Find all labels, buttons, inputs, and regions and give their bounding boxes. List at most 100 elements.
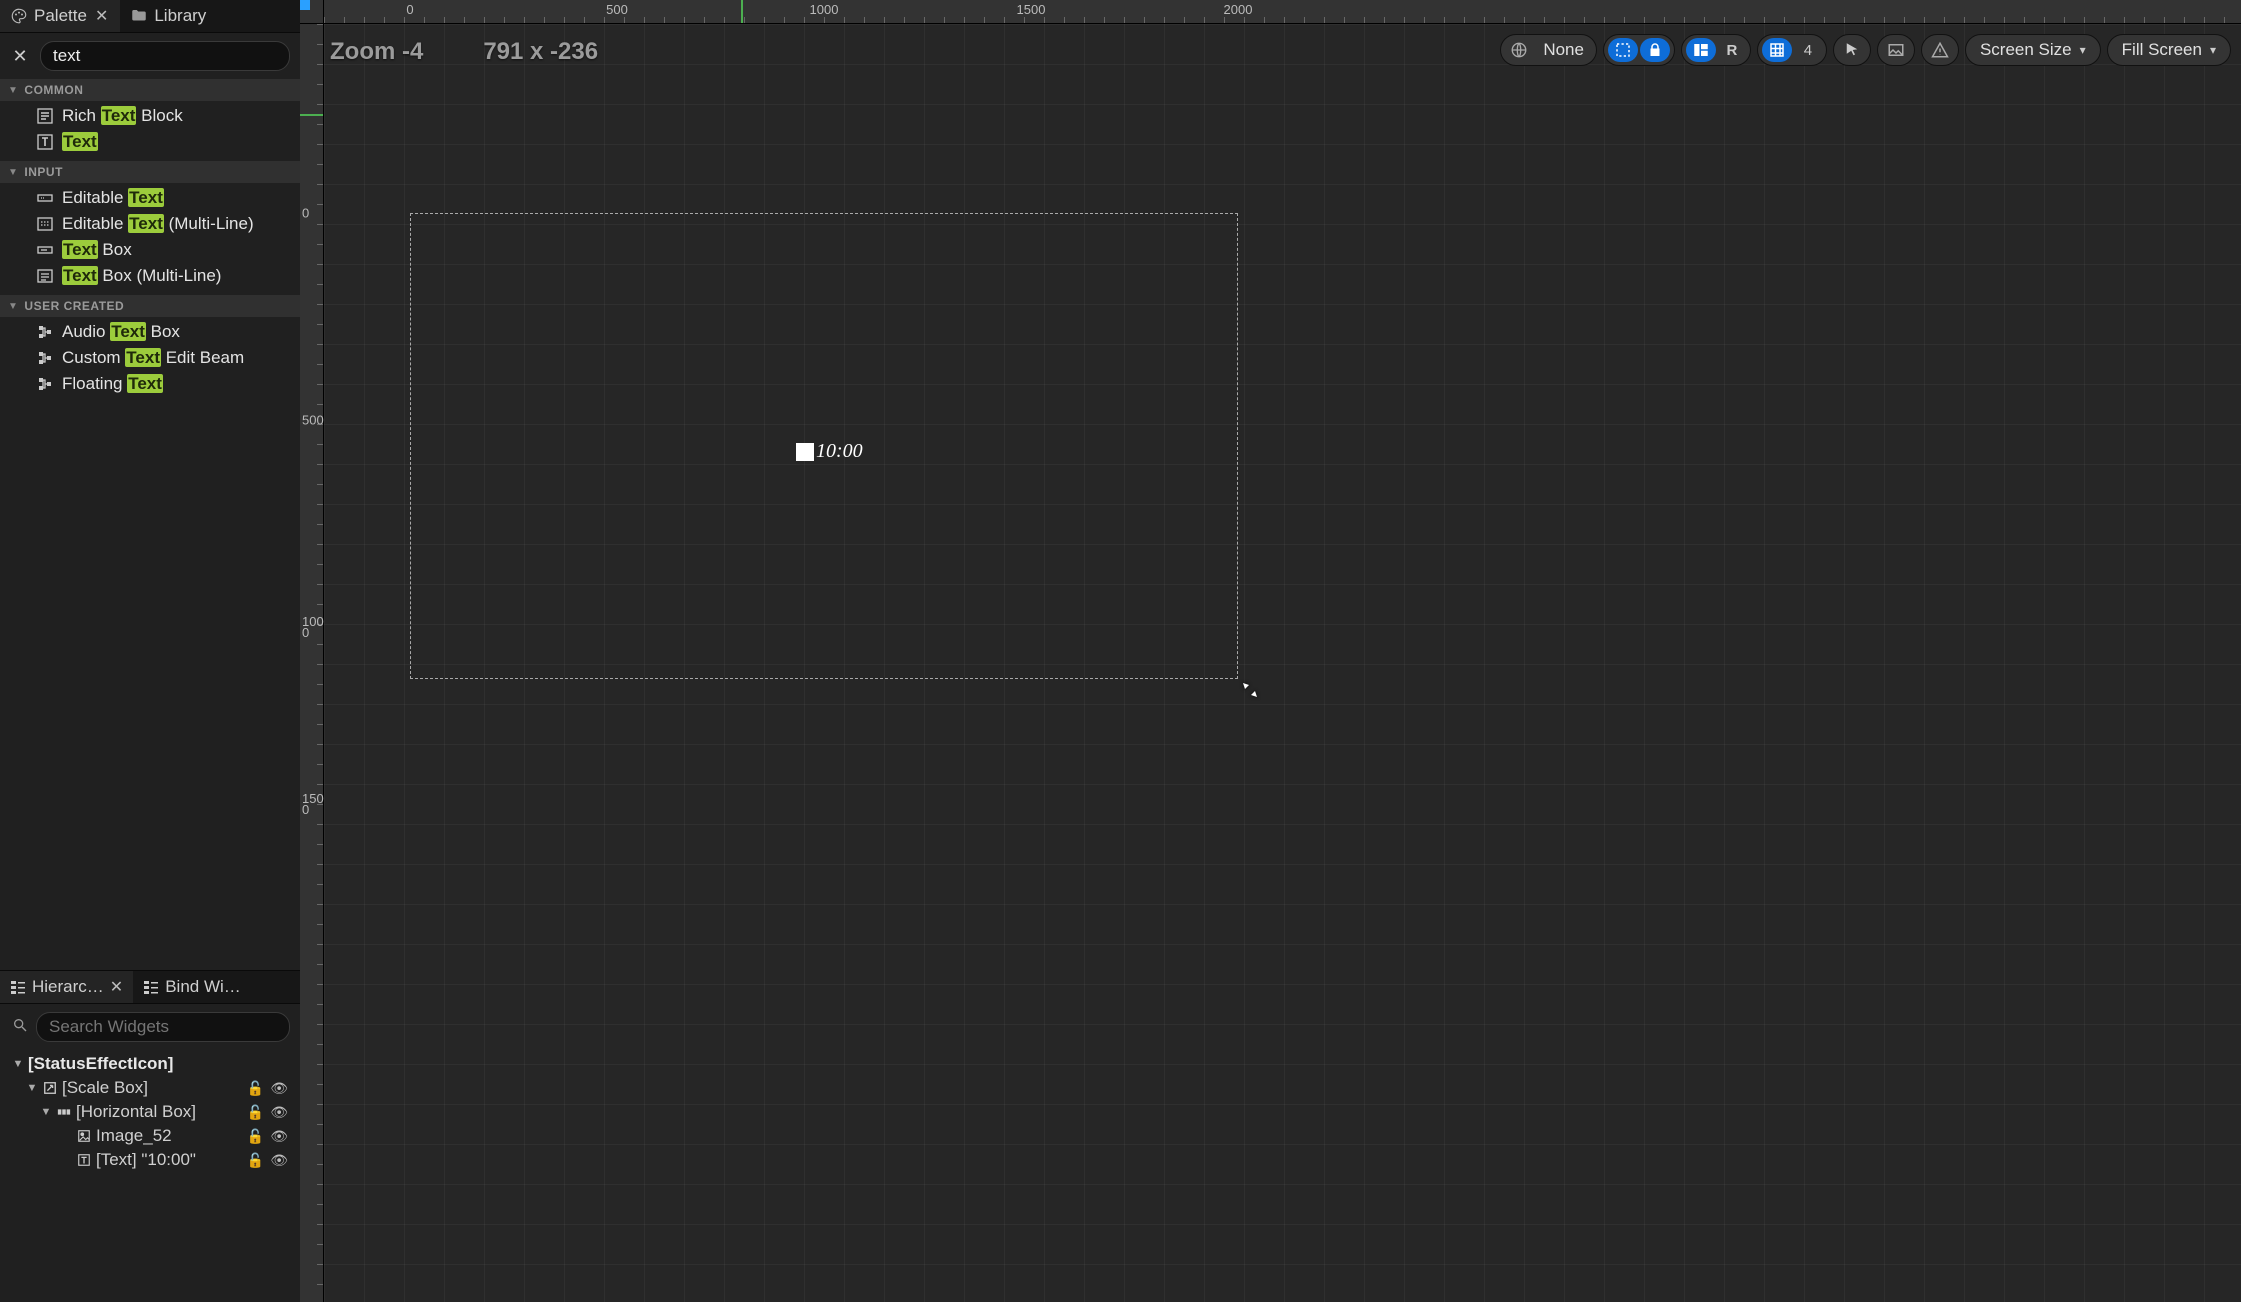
layout-mode-group: R bbox=[1681, 34, 1751, 66]
palette-item[interactable]: Editable Text (Multi-Line) bbox=[0, 211, 300, 237]
category-title: COMMON bbox=[24, 83, 83, 97]
palette-item[interactable]: Text Box (Multi-Line) bbox=[0, 263, 300, 289]
ruler-tick: 2000 bbox=[1224, 2, 1253, 17]
tree-image[interactable]: ▼ Image_52 🔓👁 bbox=[12, 1124, 292, 1148]
warning-icon bbox=[1926, 38, 1954, 62]
image-icon bbox=[76, 1128, 92, 1144]
screen-size-dropdown[interactable]: Screen Size ▾ bbox=[1965, 34, 2101, 66]
canvas-widget-preview[interactable]: 10:00 bbox=[796, 440, 863, 463]
category-header[interactable]: ▼USER CREATED bbox=[0, 295, 300, 317]
ruler-tick: 500 bbox=[302, 415, 324, 426]
ruler-tick: 0 bbox=[406, 2, 413, 17]
palette-item-label: Custom Text Edit Beam bbox=[62, 348, 244, 368]
fill-screen-dropdown[interactable]: Fill Screen ▾ bbox=[2107, 34, 2231, 66]
tab-bind-label: Bind Wi… bbox=[165, 977, 241, 997]
category-title: INPUT bbox=[24, 165, 63, 179]
ruler-tick: 500 bbox=[606, 2, 628, 17]
ruler-tick: 1000 bbox=[302, 616, 324, 638]
ruler-tick: 0 bbox=[302, 208, 324, 219]
ruler-tick: 1500 bbox=[1017, 2, 1046, 17]
widget-type-icon bbox=[36, 323, 54, 341]
ruler-tick: 1000 bbox=[810, 2, 839, 17]
warning-button[interactable] bbox=[1921, 34, 1959, 66]
palette-item[interactable]: Editable Text bbox=[0, 185, 300, 211]
expand-toggle[interactable]: ▼ bbox=[40, 1106, 52, 1118]
palette-item[interactable]: Text Box bbox=[0, 237, 300, 263]
category-header[interactable]: ▼ INPUT bbox=[0, 161, 300, 183]
horizontalbox-icon bbox=[56, 1104, 72, 1120]
tree-root[interactable]: ▼ [StatusEffectIcon] bbox=[12, 1052, 292, 1076]
tree-scalebox[interactable]: ▼ [Scale Box] 🔓👁 bbox=[12, 1076, 292, 1100]
lock-icon[interactable]: 🔓 bbox=[247, 1080, 264, 1097]
close-icon[interactable]: ✕ bbox=[93, 6, 110, 26]
eye-icon[interactable]: 👁 bbox=[270, 1152, 288, 1169]
eye-icon[interactable]: 👁 bbox=[270, 1104, 288, 1121]
expand-toggle[interactable]: ▼ bbox=[12, 1058, 24, 1070]
chevron-down-icon: ▼ bbox=[8, 85, 18, 96]
scalebox-icon bbox=[42, 1080, 58, 1096]
ruler-tick: 1500 bbox=[302, 793, 324, 815]
lock-icon[interactable]: 🔓 bbox=[247, 1128, 264, 1145]
clear-search-button[interactable]: ✕ bbox=[8, 44, 32, 68]
tab-library[interactable]: Library bbox=[120, 0, 216, 32]
localization-value: None bbox=[1535, 40, 1592, 60]
outline-lock-group bbox=[1603, 34, 1675, 66]
tab-bind-widgets[interactable]: Bind Wi… bbox=[133, 971, 251, 1003]
palette-item[interactable]: Rich Text Block bbox=[0, 103, 300, 129]
ruler-horizontal[interactable]: 0 500 1000 1500 2000 bbox=[324, 0, 2241, 24]
widget-type-icon bbox=[36, 267, 54, 285]
category-header[interactable]: ▼ COMMON bbox=[0, 79, 300, 101]
palette-search-input[interactable] bbox=[40, 41, 290, 71]
eye-icon[interactable]: 👁 bbox=[270, 1080, 288, 1097]
tab-palette[interactable]: Palette ✕ bbox=[0, 0, 120, 32]
tab-hierarchy[interactable]: Hierarc… ✕ bbox=[0, 971, 133, 1003]
tree-text[interactable]: ▼ [Text] "10:00" 🔓👁 bbox=[12, 1148, 292, 1172]
hierarchy-search-row bbox=[0, 1004, 300, 1050]
sidebar: Palette ✕ Library ✕ ▼ COMMON Rich Text Blo… bbox=[0, 0, 300, 1302]
chevron-down-icon: ▾ bbox=[2210, 43, 2216, 57]
viewport-toolbar: None R 4 Screen Size ▾ Fill Screen bbox=[1500, 34, 2231, 66]
expand-toggle[interactable]: ▼ bbox=[26, 1082, 38, 1094]
search-icon bbox=[12, 1017, 28, 1038]
widget-type-icon bbox=[36, 375, 54, 393]
tab-hierarchy-label: Hierarc… bbox=[32, 977, 104, 997]
widget-type-icon bbox=[36, 241, 54, 259]
image-placeholder-icon bbox=[796, 443, 814, 461]
category-title: USER CREATED bbox=[24, 299, 124, 313]
palette-item-label: Editable Text (Multi-Line) bbox=[62, 214, 254, 234]
eye-icon[interactable]: 👁 bbox=[270, 1128, 288, 1145]
viewport[interactable]: 0 500 1000 1500 2000 0 500 1000 1500 10:… bbox=[300, 0, 2241, 1302]
hierarchy-search-input[interactable] bbox=[36, 1012, 290, 1042]
palette-tabs: Palette ✕ Library bbox=[0, 0, 300, 33]
palette-item[interactable]: Floating Text bbox=[0, 371, 300, 397]
folder-icon bbox=[130, 7, 148, 25]
ruler-vertical[interactable]: 0 500 1000 1500 bbox=[300, 24, 324, 1302]
layout-mode-toggle[interactable] bbox=[1686, 38, 1716, 62]
image-preview-button[interactable] bbox=[1877, 34, 1915, 66]
palette-item[interactable]: Custom Text Edit Beam bbox=[0, 345, 300, 371]
tree-horizontalbox[interactable]: ▼ [Horizontal Box] 🔓👁 bbox=[12, 1100, 292, 1124]
lock-icon[interactable]: 🔓 bbox=[247, 1104, 264, 1121]
palette-item-label: Text Box (Multi-Line) bbox=[62, 266, 221, 286]
lock-toggle[interactable] bbox=[1640, 38, 1670, 62]
cursor-mode-button[interactable] bbox=[1833, 34, 1871, 66]
grid-snap-value[interactable]: 4 bbox=[1794, 38, 1822, 62]
palette-search-row: ✕ bbox=[0, 33, 300, 79]
chevron-down-icon: ▼ bbox=[8, 167, 18, 178]
lock-icon[interactable]: 🔓 bbox=[247, 1152, 264, 1169]
ruler-corner bbox=[300, 0, 324, 24]
palette-item[interactable]: Text bbox=[0, 129, 300, 155]
palette-categories: ▼ COMMON Rich Text BlockText ▼ INPUT Editable… bbox=[0, 79, 300, 403]
close-icon[interactable]: ✕ bbox=[110, 977, 123, 997]
widget-type-icon bbox=[36, 215, 54, 233]
dashed-outline-toggle[interactable] bbox=[1608, 38, 1638, 62]
widget-tree: ▼ [StatusEffectIcon] ▼ [Scale Box] 🔓👁 ▼ … bbox=[0, 1050, 300, 1182]
widget-type-icon bbox=[36, 189, 54, 207]
palette-item[interactable]: Audio Text Box bbox=[0, 319, 300, 345]
hierarchy-icon bbox=[10, 979, 26, 995]
respect-locks-toggle[interactable]: R bbox=[1718, 38, 1746, 62]
tab-palette-label: Palette bbox=[34, 6, 87, 26]
canvas-grid[interactable]: 10:00 bbox=[324, 24, 2241, 1302]
localization-selector[interactable]: None bbox=[1500, 34, 1597, 66]
grid-snap-toggle[interactable] bbox=[1762, 38, 1792, 62]
